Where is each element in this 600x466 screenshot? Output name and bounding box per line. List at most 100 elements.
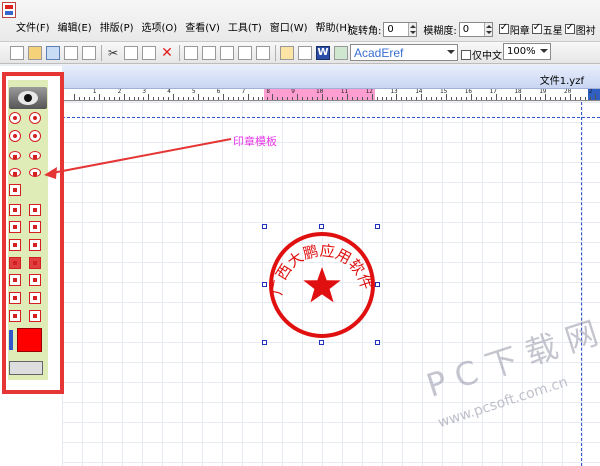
ruler-number: 14: [415, 89, 423, 95]
cut-icon[interactable]: ✂: [106, 46, 120, 60]
blur-label: 模糊度:: [423, 25, 457, 37]
five-star-checkbox[interactable]: 五星: [531, 22, 563, 37]
chevron-down-icon[interactable]: [447, 50, 455, 54]
ruler-number: 16: [464, 89, 473, 95]
ruler-tick: [574, 97, 576, 100]
resize-handle[interactable]: [375, 224, 380, 229]
align-top-icon[interactable]: [238, 46, 252, 60]
menu-file[interactable]: 文件(F): [12, 21, 54, 37]
resize-handle[interactable]: [262, 282, 267, 287]
ruler-number: 18: [514, 89, 522, 95]
resize-handle[interactable]: [262, 340, 267, 345]
resize-handle[interactable]: [262, 224, 267, 229]
ruler-tick: [361, 97, 363, 100]
menu-options[interactable]: 选项(O): [138, 21, 182, 37]
grid-icon[interactable]: [334, 46, 348, 60]
checkbox-checked-icon[interactable]: [564, 22, 575, 34]
ruler-tick: [411, 97, 413, 100]
align-left-icon[interactable]: [184, 46, 198, 60]
ruler-tick: [450, 97, 452, 100]
delete-icon[interactable]: ✕: [160, 46, 174, 60]
ruler-tick: [193, 97, 195, 100]
yang-stamp-checkbox[interactable]: 阳章: [498, 22, 530, 37]
ruler-tick: [465, 97, 467, 100]
align-center-icon[interactable]: [202, 46, 216, 60]
ruler-tick: [579, 97, 581, 100]
resize-handle[interactable]: [319, 224, 324, 229]
resize-handle[interactable]: [319, 340, 324, 345]
open-folder-icon[interactable]: [28, 46, 42, 60]
word-icon[interactable]: W: [316, 46, 330, 60]
ruler-tick: [237, 97, 239, 100]
zoom-value: 100%: [507, 46, 536, 57]
ruler-number: 13: [390, 89, 398, 95]
pattern-label: 图衬: [575, 25, 596, 37]
spinner-arrows-icon[interactable]: [408, 22, 417, 36]
font-select[interactable]: AcadEref: [350, 44, 458, 61]
ruler-tick: [535, 97, 537, 100]
ruler-tick: [123, 94, 125, 100]
ruler-tick: [386, 97, 388, 100]
blur-spinner[interactable]: 0: [458, 21, 493, 37]
ruler-tick: [232, 97, 234, 100]
spinner-arrows-icon[interactable]: [483, 22, 492, 36]
ruler-tick: [381, 97, 383, 100]
ruler-tick: [490, 97, 492, 100]
ruler-tick: [272, 94, 274, 100]
menu-view[interactable]: 查看(V): [181, 21, 224, 37]
print-preview-icon[interactable]: [64, 46, 78, 60]
export-icon[interactable]: [298, 46, 312, 60]
ruler-tick: [292, 97, 294, 100]
rotation-spinner[interactable]: 0: [383, 21, 418, 37]
ruler-tick: [594, 94, 596, 100]
ruler-tick: [401, 97, 403, 100]
paste-icon[interactable]: [142, 46, 156, 60]
ruler-number: 7: [241, 89, 246, 95]
ruler-number: 2: [117, 89, 122, 95]
ruler-tick: [589, 97, 591, 100]
ruler-tick: [247, 94, 249, 100]
toolbar-separator: [275, 45, 276, 61]
ruler-tick: [515, 97, 517, 100]
ruler-tick: [366, 97, 368, 100]
resize-handle[interactable]: [375, 340, 380, 345]
ruler-tick: [475, 97, 477, 100]
toolbar-separator: [101, 45, 102, 61]
main-menu: 文件(F) 编辑(E) 排版(P) 选项(O) 查看(V) 工具(T) 窗口(W…: [12, 21, 355, 37]
align-right-icon[interactable]: [220, 46, 234, 60]
zoom-select[interactable]: 100%: [503, 43, 551, 60]
ruler-number: 3: [142, 89, 147, 95]
ruler-tick: [88, 97, 90, 100]
document-title[interactable]: 文件1.yzf: [540, 72, 584, 87]
ruler-tick: [257, 97, 259, 100]
menu-tools[interactable]: 工具(T): [224, 21, 266, 37]
stamp-object[interactable]: 广西大鹏应用软件公司: [262, 224, 380, 345]
copy-icon[interactable]: [124, 46, 138, 60]
ruler-tick: [168, 97, 170, 100]
ruler-number: 9: [291, 89, 295, 95]
save-icon[interactable]: [46, 46, 60, 60]
menu-window[interactable]: 窗口(W): [266, 21, 312, 37]
ruler-tick: [540, 97, 542, 100]
ruler-tick: [163, 97, 165, 100]
chevron-down-icon[interactable]: [540, 49, 548, 53]
ruler-tick: [505, 97, 507, 100]
pattern-checkbox[interactable]: 图衬: [564, 22, 596, 37]
chinese-only-checkbox[interactable]: 仅中文: [461, 47, 502, 62]
new-file-icon[interactable]: [10, 46, 24, 60]
ruler-tick: [148, 94, 150, 100]
ruler-tick: [510, 97, 512, 100]
checkbox-checked-icon[interactable]: [531, 22, 542, 34]
annotation-label: 印章模板: [233, 135, 277, 148]
checkbox-checked-icon[interactable]: [498, 22, 509, 34]
resize-handle[interactable]: [375, 282, 380, 287]
ruler-number: 17: [489, 89, 497, 95]
insert-image-icon[interactable]: [280, 46, 294, 60]
print-icon[interactable]: [82, 46, 96, 60]
align-bottom-icon[interactable]: [256, 46, 270, 60]
ruler-tick: [173, 94, 175, 100]
checkbox-unchecked-icon[interactable]: [461, 49, 471, 60]
menu-layout[interactable]: 排版(P): [96, 21, 138, 37]
menu-edit[interactable]: 编辑(E): [54, 21, 96, 37]
stamp-graphic[interactable]: 广西大鹏应用软件公司: [264, 226, 378, 343]
